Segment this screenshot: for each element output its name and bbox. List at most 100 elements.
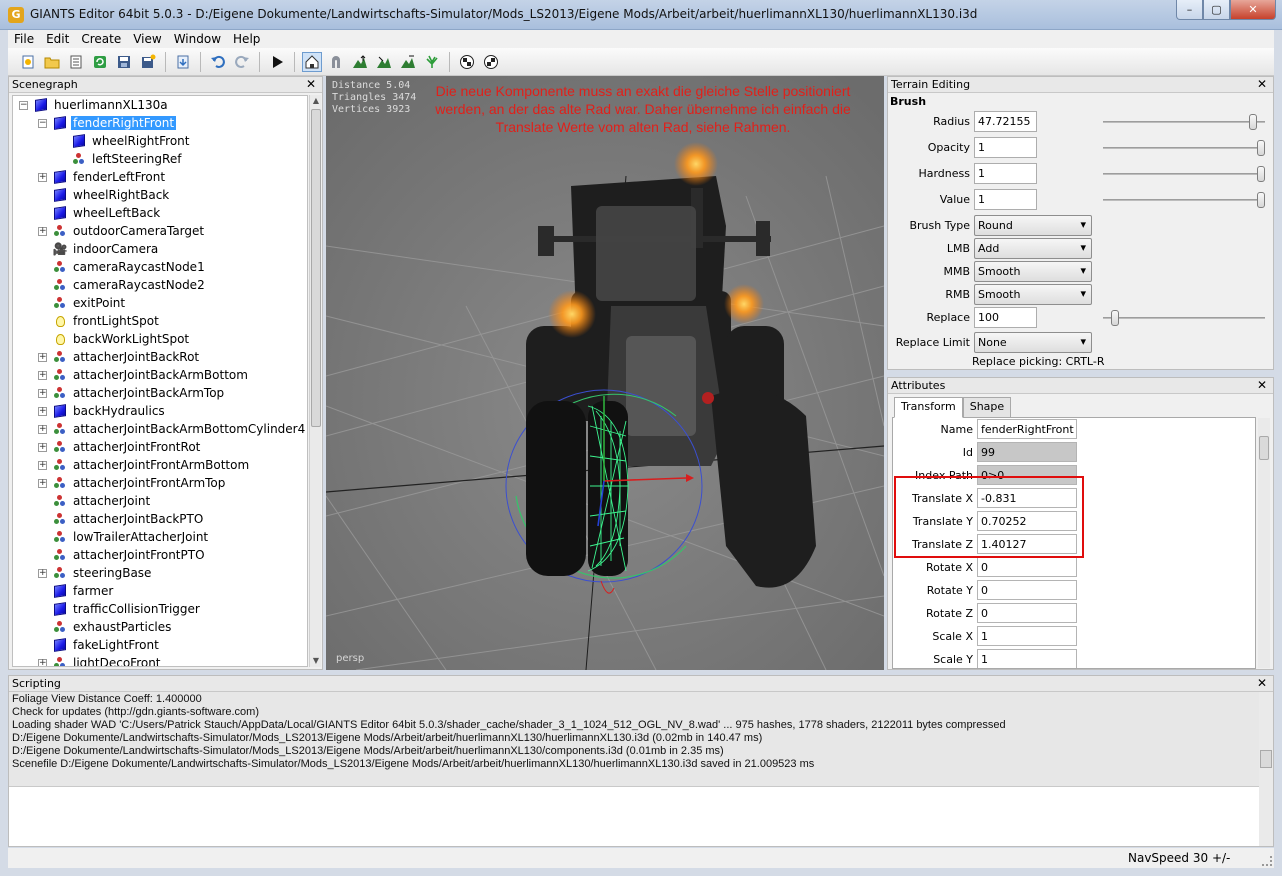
open-icon[interactable]: [42, 52, 62, 72]
tree-item[interactable]: + attacherJointFrontArmTop: [13, 474, 307, 492]
expand-icon[interactable]: +: [38, 406, 47, 416]
terrain-paint-icon[interactable]: [374, 52, 394, 72]
tree-item[interactable]: leftSteeringRef: [13, 150, 307, 168]
attribute-value-field[interactable]: 1: [977, 649, 1077, 668]
expand-icon[interactable]: +: [38, 460, 47, 470]
expand-icon[interactable]: +: [38, 352, 47, 362]
tree-item[interactable]: + attacherJointFrontRot: [13, 438, 307, 456]
import-icon[interactable]: [173, 52, 193, 72]
expand-icon[interactable]: +: [38, 226, 47, 236]
menu-file[interactable]: File: [8, 32, 40, 46]
slider-knob[interactable]: [1249, 114, 1258, 130]
tree-item[interactable]: frontLightSpot: [13, 312, 307, 330]
input-scrollbar[interactable]: [1259, 786, 1273, 846]
undo-icon[interactable]: [208, 52, 228, 72]
close-icon[interactable]: ✕: [1257, 378, 1267, 393]
tree-item[interactable]: fakeLightFront: [13, 636, 307, 654]
move-tool-icon[interactable]: [326, 52, 346, 72]
tree-item[interactable]: + outdoorCameraTarget: [13, 222, 307, 240]
expand-icon[interactable]: +: [38, 478, 47, 488]
tree-item[interactable]: attacherJoint: [13, 492, 307, 510]
slider-knob[interactable]: [1257, 166, 1265, 182]
tree-item[interactable]: + fenderLeftFront: [13, 168, 307, 186]
opacity-slider[interactable]: [1103, 140, 1265, 156]
radius-input[interactable]: 47.72155: [974, 111, 1037, 132]
tree-item[interactable]: trafficCollisionTrigger: [13, 600, 307, 618]
menu-view[interactable]: View: [127, 32, 167, 46]
tree-item[interactable]: − huerlimannXL130a: [13, 96, 307, 114]
replace-input[interactable]: 100: [974, 307, 1037, 328]
tab-transform[interactable]: Transform: [894, 397, 963, 418]
expand-icon[interactable]: +: [38, 424, 47, 434]
close-button[interactable]: ✕: [1230, 0, 1276, 20]
attribute-value-field[interactable]: 0: [977, 603, 1077, 623]
scroll-down-icon[interactable]: ▼: [310, 655, 322, 667]
tree-item[interactable]: + attacherJointBackArmBottomCylinder4: [13, 420, 307, 438]
tree-item[interactable]: cameraRaycastNode1: [13, 258, 307, 276]
radius-slider[interactable]: [1103, 114, 1265, 130]
tree-item[interactable]: lowTrailerAttacherJoint: [13, 528, 307, 546]
log-scrollbar[interactable]: [1259, 692, 1273, 786]
hardness-input[interactable]: 1: [974, 163, 1037, 184]
tree-item[interactable]: + attacherJointBackArmBottom: [13, 366, 307, 384]
expand-icon[interactable]: +: [38, 388, 47, 398]
attribute-value-field[interactable]: 0: [977, 557, 1077, 577]
slider-knob[interactable]: [1257, 192, 1265, 208]
attributes-scrollbar[interactable]: [1258, 418, 1270, 668]
close-icon[interactable]: ✕: [1257, 77, 1267, 92]
scenegraph-tree[interactable]: − huerlimannXL130a − fenderRightFront wheelR…: [12, 95, 308, 667]
save-as-icon[interactable]: [138, 52, 158, 72]
lmb-select[interactable]: Add: [974, 238, 1092, 259]
attribute-value-field[interactable]: fenderRightFront: [977, 419, 1077, 439]
close-icon[interactable]: ✕: [1257, 676, 1267, 691]
scroll-thumb[interactable]: [1259, 436, 1269, 460]
collapse-icon[interactable]: −: [19, 100, 28, 110]
scroll-up-icon[interactable]: ▲: [310, 95, 322, 107]
rmb-select[interactable]: Smooth: [974, 284, 1092, 305]
menu-help[interactable]: Help: [227, 32, 266, 46]
select-tool-icon[interactable]: [302, 51, 322, 72]
tree-item[interactable]: 🎥 indoorCamera: [13, 240, 307, 258]
tree-item[interactable]: wheelRightFront: [13, 132, 307, 150]
maximize-button[interactable]: ▢: [1203, 0, 1230, 20]
refresh-icon[interactable]: [90, 52, 110, 72]
attribute-value-field[interactable]: 0: [977, 580, 1077, 600]
minimize-button[interactable]: –: [1176, 0, 1203, 20]
expand-icon[interactable]: +: [38, 658, 47, 666]
terrain-sculpt-icon[interactable]: [350, 52, 370, 72]
script-input[interactable]: [9, 786, 1259, 846]
tree-item[interactable]: + attacherJointBackArmTop: [13, 384, 307, 402]
tree-item[interactable]: + steeringBase: [13, 564, 307, 582]
expand-icon[interactable]: +: [38, 370, 47, 380]
slider-knob[interactable]: [1110, 310, 1119, 326]
replace-slider[interactable]: [1103, 310, 1265, 326]
hardness-slider[interactable]: [1103, 166, 1265, 182]
checker-icon[interactable]: [457, 52, 477, 72]
scroll-thumb[interactable]: [311, 109, 321, 427]
opacity-input[interactable]: 1: [974, 137, 1037, 158]
tree-item[interactable]: wheelLeftBack: [13, 204, 307, 222]
value-slider[interactable]: [1103, 192, 1265, 208]
expand-icon[interactable]: +: [38, 568, 47, 578]
replace-limit-select[interactable]: None: [974, 332, 1092, 353]
redo-icon[interactable]: [232, 52, 252, 72]
resize-grip-icon[interactable]: [1262, 856, 1272, 866]
tree-item[interactable]: exitPoint: [13, 294, 307, 312]
scenegraph-scrollbar[interactable]: ▲ ▼: [309, 95, 321, 667]
tree-item[interactable]: + lightDecoFront: [13, 654, 307, 666]
save-icon[interactable]: [114, 52, 134, 72]
tree-item[interactable]: + attacherJointFrontArmBottom: [13, 456, 307, 474]
terrain-smooth-icon[interactable]: [398, 52, 418, 72]
tree-item[interactable]: attacherJointFrontPTO: [13, 546, 307, 564]
tab-shape[interactable]: Shape: [962, 397, 1012, 417]
checker-alt-icon[interactable]: [481, 52, 501, 72]
tree-item[interactable]: farmer: [13, 582, 307, 600]
foliage-paint-icon[interactable]: [422, 52, 442, 72]
collapse-icon[interactable]: −: [38, 118, 47, 128]
tree-item[interactable]: attacherJointBackPTO: [13, 510, 307, 528]
slider-knob[interactable]: [1257, 140, 1265, 156]
3d-viewport[interactable]: Distance 5.04 Triangles 3474 Vertices 39…: [326, 76, 884, 670]
menu-create[interactable]: Create: [75, 32, 127, 46]
value-input[interactable]: 1: [974, 189, 1037, 210]
tree-item[interactable]: + attacherJointBackRot: [13, 348, 307, 366]
